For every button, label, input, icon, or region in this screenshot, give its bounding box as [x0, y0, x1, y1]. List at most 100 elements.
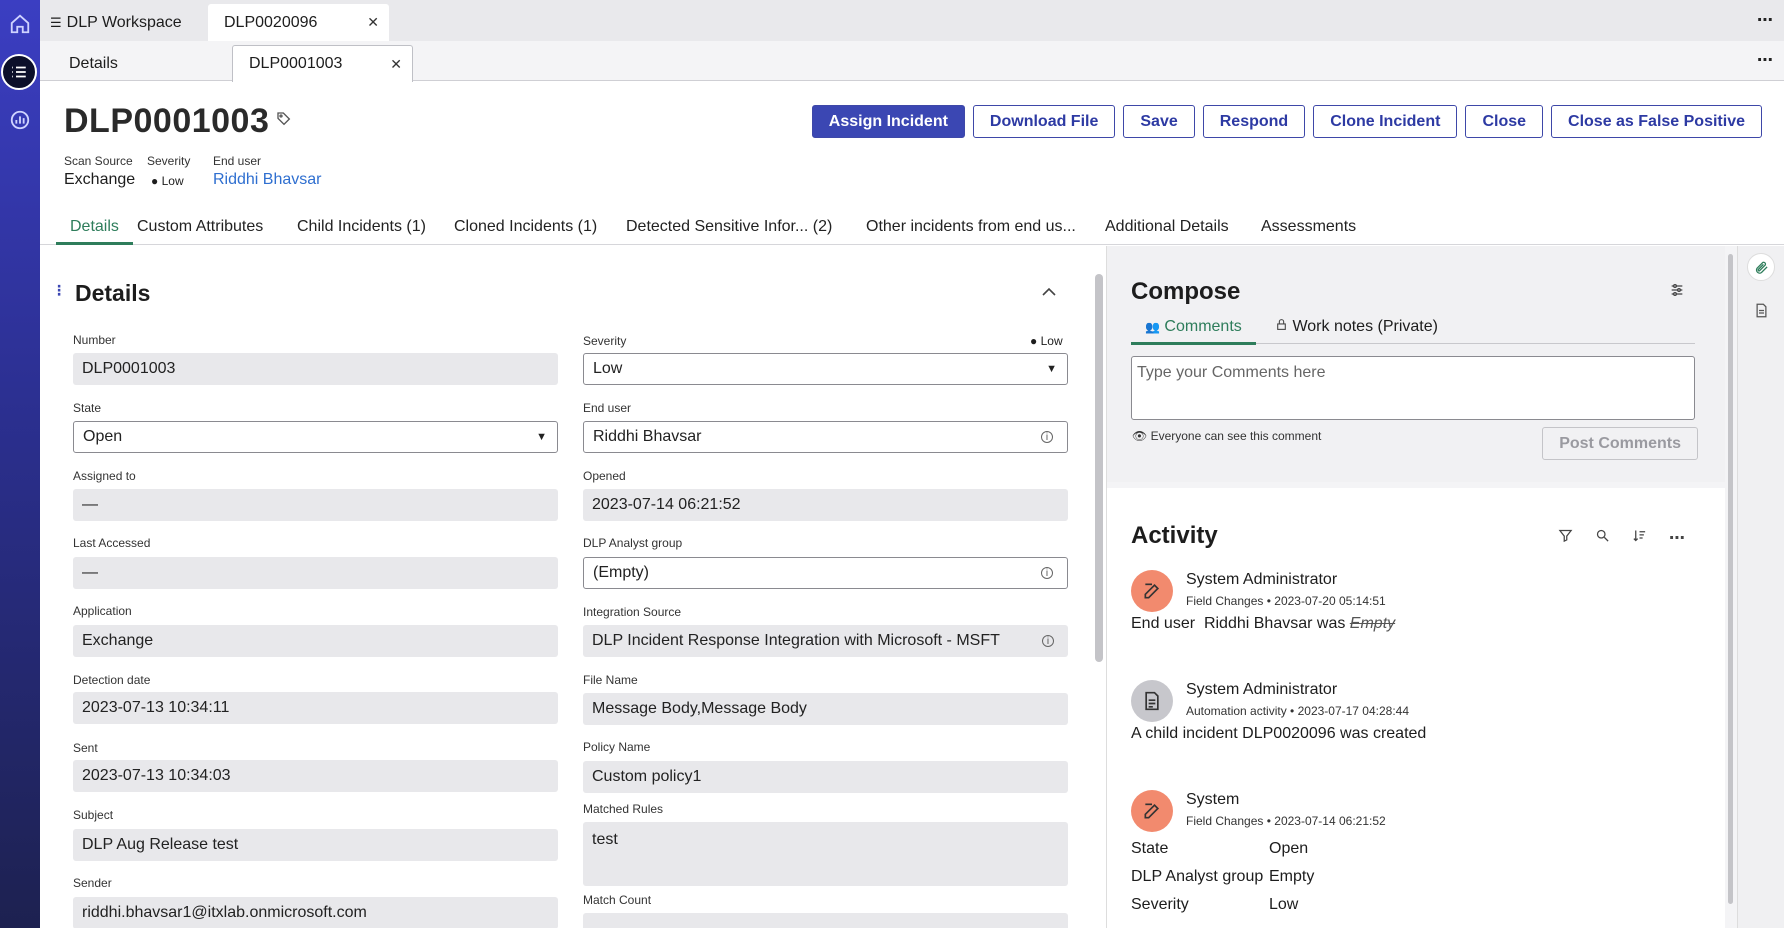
sort-icon[interactable] [1632, 528, 1647, 548]
tag-icon[interactable] [276, 111, 292, 132]
sent-field: 2023-07-13 10:34:03 [73, 760, 558, 792]
assigned-to-field: — [73, 489, 558, 521]
activity-change: End user Riddhi Bhavsar was Empty [1131, 615, 1396, 632]
avatar [1131, 570, 1173, 612]
change-value: Open [1269, 840, 1309, 857]
close-icon[interactable]: ✕ [367, 14, 379, 31]
details-scrollbar[interactable] [1095, 274, 1103, 662]
field-label: End user [583, 401, 632, 415]
policy-name-field: Custom policy1 [583, 761, 1068, 793]
info-icon[interactable]: i [1042, 635, 1054, 647]
more-icon[interactable]: ⋯ [1669, 528, 1685, 548]
attachment-icon[interactable] [1747, 253, 1775, 281]
field-value: DLP Incident Response Integration with M… [592, 632, 1000, 649]
tab-assessments[interactable]: Assessments [1261, 218, 1356, 245]
scan-source-value: Exchange [64, 171, 136, 188]
tab-other-incidents[interactable]: Other incidents from end us... [866, 218, 1076, 245]
more-icon[interactable]: ⋯ [1757, 50, 1774, 70]
workspace-tab-bar: ☰ DLP Workspace DLP0020096 ✕ ⋯ [40, 0, 1784, 41]
tab-label: Comments [1164, 318, 1242, 335]
analytics-icon[interactable] [0, 100, 40, 140]
tab-child-incidents[interactable]: Child Incidents (1) [297, 218, 426, 245]
avatar [1131, 790, 1173, 832]
state-select[interactable]: Open ▼ [73, 421, 558, 453]
end-user-link[interactable]: Riddhi Bhavsar [213, 171, 322, 189]
info-icon[interactable]: i [1041, 431, 1053, 443]
activity-scrollbar[interactable] [1725, 246, 1737, 928]
field-label: File Name [583, 673, 638, 687]
field-label: Match Count [583, 893, 652, 907]
file-name-field: Message Body,Message Body [583, 693, 1068, 725]
activity-title: Activity [1131, 522, 1218, 549]
severity-select[interactable]: Low ▼ [583, 353, 1068, 385]
field-label: Number [73, 333, 116, 347]
tab-cloned-incidents[interactable]: Cloned Incidents (1) [454, 218, 597, 245]
activity-author: System [1186, 791, 1240, 808]
filter-icon[interactable] [1558, 528, 1573, 548]
field-label: Severity [583, 334, 627, 348]
document-icon[interactable] [1747, 296, 1775, 324]
field-label: Integration Source [583, 605, 682, 619]
field-label: State [73, 401, 102, 415]
tab-details[interactable]: Details [56, 218, 133, 245]
respond-button[interactable]: Respond [1202, 105, 1306, 138]
compose-tabs: 👥 Comments Work notes (Private) [1131, 316, 1695, 345]
section-menu-icon[interactable]: ⋮ [52, 282, 66, 299]
action-toolbar: Assign Incident Download File Save Respo… [811, 105, 1762, 138]
clone-incident-button[interactable]: Clone Incident [1313, 105, 1458, 138]
close-false-positive-button[interactable]: Close as False Positive [1551, 105, 1762, 138]
record-tab-bar: Details DLP0001003 ✕ ⋯ [40, 41, 1784, 82]
tab-custom-attributes[interactable]: Custom Attributes [137, 218, 263, 245]
sender-field: riddhi.bhavsar1@itxlab.onmicrosoft.com [73, 897, 558, 928]
collapse-icon[interactable] [1042, 284, 1056, 302]
page-title: DLP0001003 [64, 102, 270, 140]
details-panel: ⋮ Details Number DLP0001003 State Open ▼… [40, 246, 1104, 928]
integration-source-field: DLP Incident Response Integration with M… [583, 625, 1068, 657]
tab-label: DLP0001003 [249, 55, 343, 72]
record-section-tabs: Details Custom Attributes Child Incident… [40, 212, 1784, 245]
field-label: Assigned to [73, 469, 136, 483]
end-user-field[interactable]: Riddhi Bhavsar i [583, 421, 1068, 453]
settings-sliders-icon[interactable] [1669, 282, 1685, 303]
tab-additional-details[interactable]: Additional Details [1105, 218, 1229, 245]
activity-author: System Administrator [1186, 571, 1338, 588]
activity-meta: Field Changes • 2023-07-20 05:14:51 [1186, 594, 1386, 608]
close-button[interactable]: Close [1465, 105, 1544, 138]
lock-icon [1275, 318, 1292, 335]
list-icon[interactable] [1, 54, 37, 90]
activity-meta: Field Changes • 2023-07-14 06:21:52 [1186, 814, 1386, 828]
activity-author: System Administrator [1186, 681, 1338, 698]
eye-icon: 👁 [1132, 429, 1148, 443]
tab-comments[interactable]: 👥 Comments [1131, 318, 1256, 345]
activity-text: A child incident DLP0020096 was created [1131, 725, 1427, 742]
close-icon[interactable]: ✕ [390, 56, 402, 73]
field-label: Detection date [73, 673, 151, 687]
comment-textarea[interactable]: Type your Comments here [1131, 356, 1695, 420]
tab-dlp0020096[interactable]: DLP0020096 ✕ [208, 4, 389, 41]
subject-field: DLP Aug Release test [73, 829, 558, 861]
change-field: Severity [1131, 896, 1189, 913]
download-file-button[interactable]: Download File [972, 105, 1116, 138]
matched-rules-field: test [583, 822, 1068, 886]
number-field: DLP0001003 [73, 353, 558, 385]
tab-details[interactable]: Details [69, 45, 118, 82]
assign-incident-button[interactable]: Assign Incident [811, 105, 965, 138]
change-value: Empty [1269, 868, 1315, 885]
select-value: Low [593, 360, 623, 377]
home-icon[interactable] [0, 4, 40, 44]
tab-dlp-workspace[interactable]: ☰ DLP Workspace [48, 4, 208, 41]
app-nav-rail [0, 0, 40, 928]
dlp-analyst-group-field[interactable]: (Empty) i [583, 557, 1068, 589]
tab-work-notes[interactable]: Work notes (Private) [1275, 318, 1438, 336]
save-button[interactable]: Save [1123, 105, 1195, 138]
tab-detected-sensitive-info[interactable]: Detected Sensitive Infor... (2) [626, 218, 832, 245]
tab-label: Work notes (Private) [1292, 318, 1438, 335]
search-icon[interactable] [1595, 528, 1610, 548]
field-label: Subject [73, 808, 114, 822]
activity-toolbar: ⋯ [1558, 528, 1685, 548]
post-comments-button[interactable]: Post Comments [1542, 427, 1698, 460]
info-icon[interactable]: i [1041, 567, 1053, 579]
more-icon[interactable]: ⋯ [1757, 10, 1774, 30]
context-side-rail [1737, 246, 1784, 928]
tab-dlp0001003[interactable]: DLP0001003 ✕ [232, 45, 413, 82]
